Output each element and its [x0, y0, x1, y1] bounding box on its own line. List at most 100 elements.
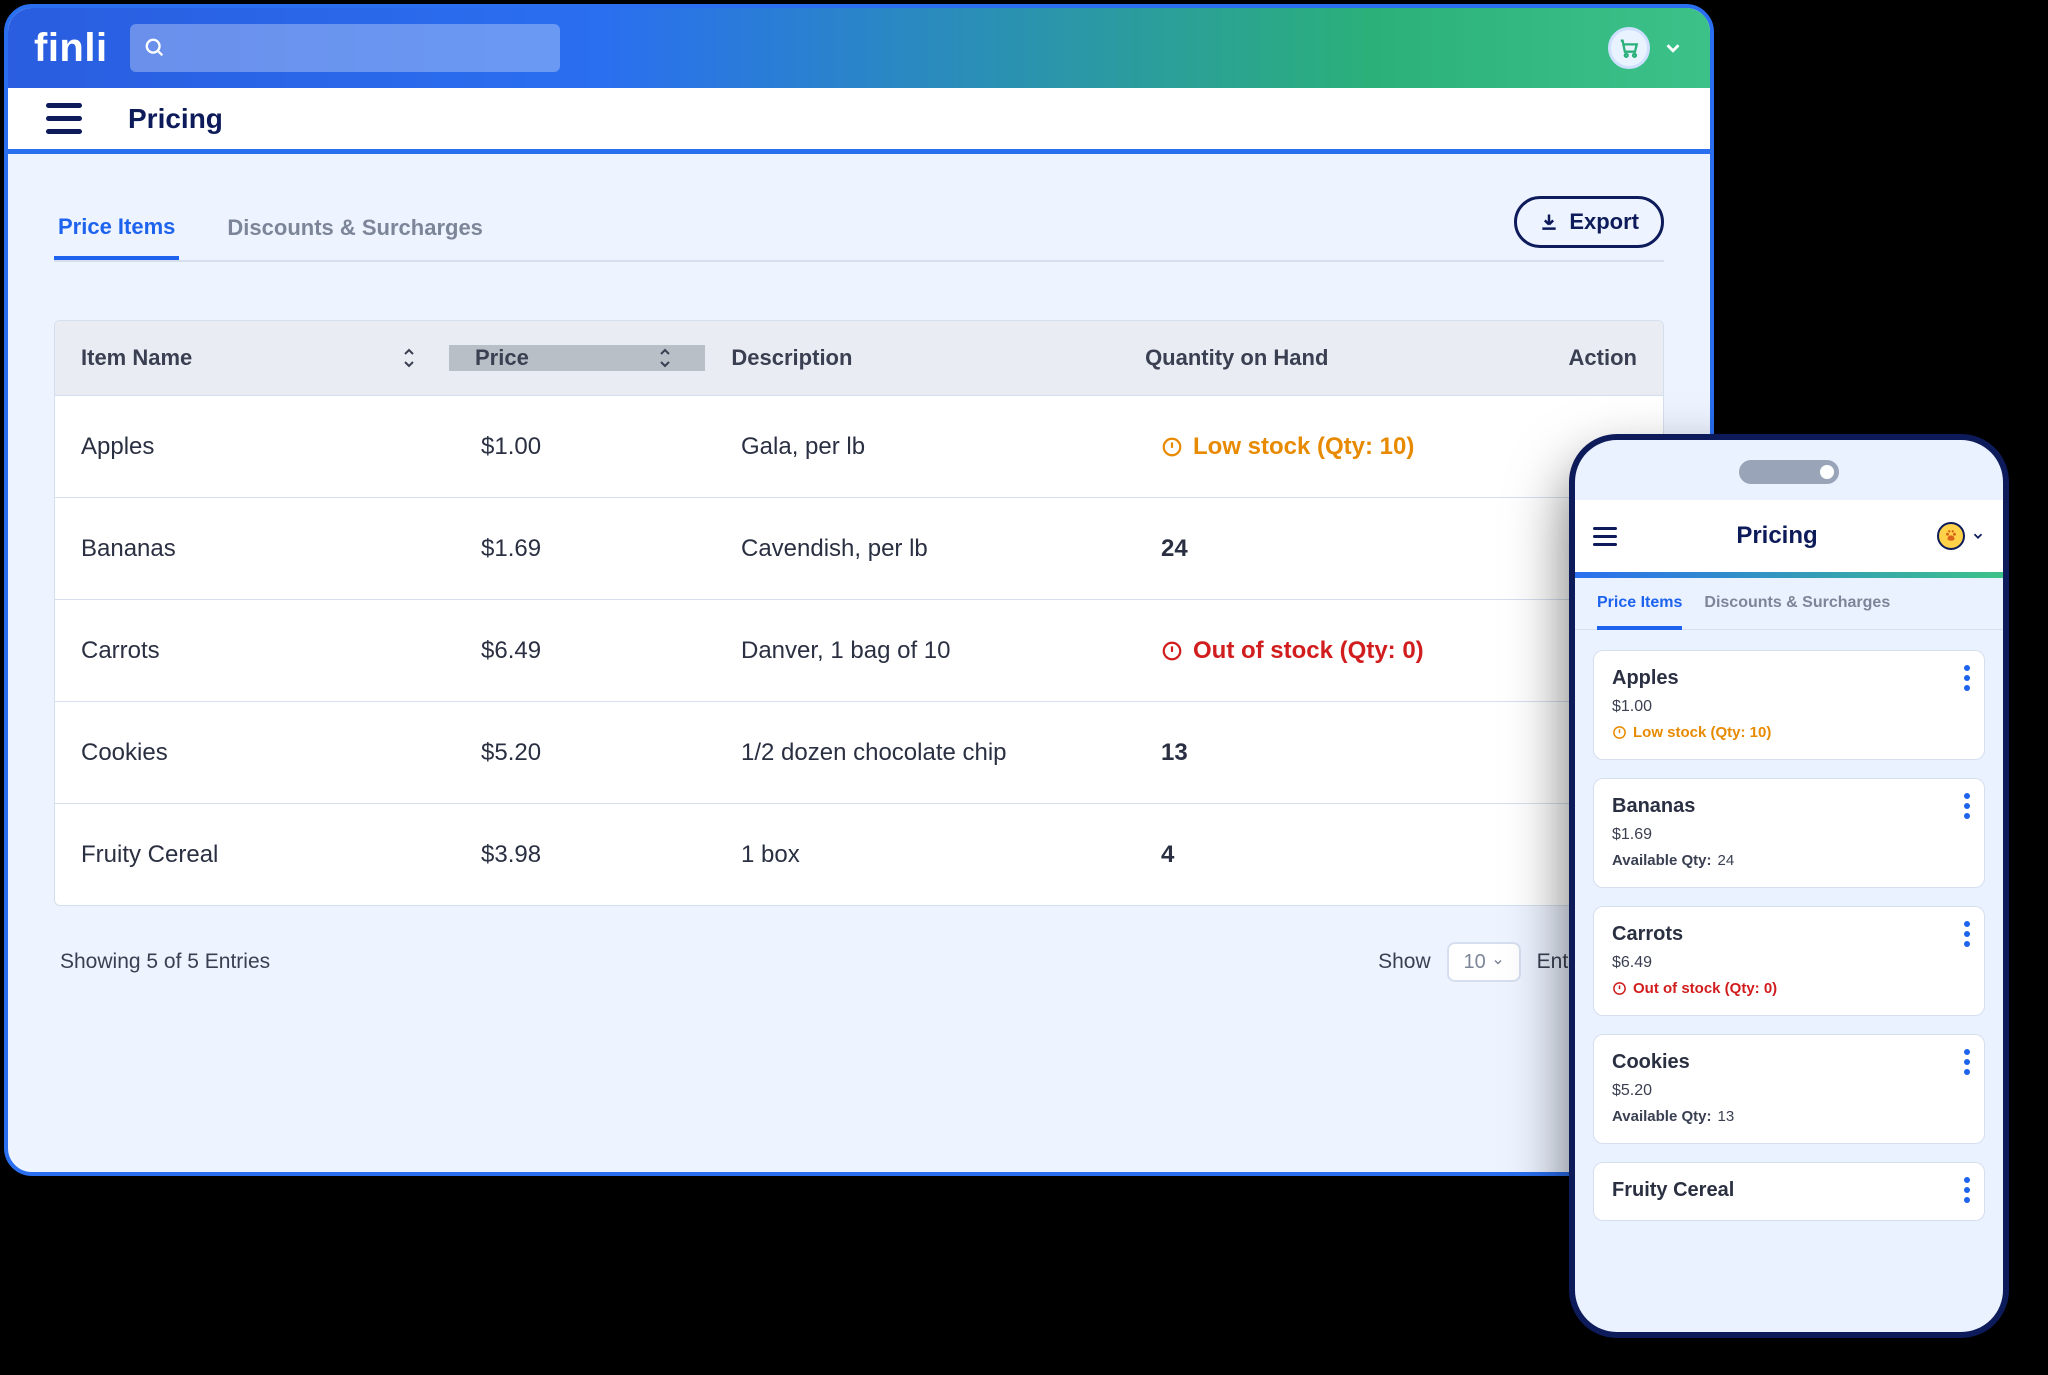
tab-discounts[interactable]: Discounts & Surcharges	[1704, 594, 1890, 629]
alert-icon	[1161, 640, 1183, 662]
cell-qty: Low stock (Qty: 10)	[1135, 433, 1565, 461]
table-header: Item Name Price Description Quantity on …	[55, 321, 1663, 395]
table-row: Fruity Cereal$3.981 box4	[55, 803, 1663, 905]
alert-icon	[1161, 436, 1183, 458]
card-price: $1.00	[1612, 698, 1966, 716]
tabs: Price Items Discounts & Surcharges Expor…	[54, 196, 1664, 262]
top-bar: finli	[8, 8, 1710, 88]
cell-price: $1.00	[455, 433, 715, 461]
cell-desc: Cavendish, per lb	[715, 535, 1135, 563]
alert-icon	[1612, 725, 1627, 740]
chevron-down-icon	[1492, 956, 1504, 968]
cell-qty: 4	[1135, 841, 1565, 869]
alert-icon	[1612, 981, 1627, 996]
cell-price: $1.69	[455, 535, 715, 563]
mobile-preview: Pricing Price Items Discounts & Surcharg…	[1569, 434, 2009, 1338]
card-menu-button[interactable]	[1964, 793, 1970, 819]
cell-name: Bananas	[55, 535, 455, 563]
cell-name: Cookies	[55, 739, 455, 767]
global-search[interactable]	[130, 24, 560, 72]
cell-name: Apples	[55, 433, 455, 461]
brand-logo: finli	[34, 26, 108, 71]
col-price-label: Price	[475, 345, 529, 371]
content: Price Items Discounts & Surcharges Expor…	[8, 154, 1710, 1008]
cell-price: $3.98	[455, 841, 715, 869]
col-price[interactable]: Price	[449, 345, 705, 371]
card-name: Apples	[1612, 667, 1966, 690]
sort-icon	[401, 347, 417, 369]
phone-speaker	[1739, 460, 1839, 484]
col-description[interactable]: Description	[705, 345, 1119, 371]
cell-qty: 24	[1135, 535, 1565, 563]
col-quantity[interactable]: Quantity on Hand	[1119, 345, 1542, 371]
card-menu-button[interactable]	[1964, 921, 1970, 947]
cell-qty: 13	[1135, 739, 1565, 767]
page-size-select[interactable]: 10	[1447, 942, 1521, 982]
search-icon	[144, 37, 166, 59]
download-icon	[1539, 212, 1559, 232]
table-row: Cookies$5.201/2 dozen chocolate chip13	[55, 701, 1663, 803]
paw-icon	[1944, 529, 1958, 543]
cell-desc: Danver, 1 bag of 10	[715, 637, 1135, 665]
price-card[interactable]: Fruity Cereal	[1593, 1162, 1985, 1221]
cell-price: $6.49	[455, 637, 715, 665]
cart-icon	[1618, 37, 1640, 59]
card-name: Carrots	[1612, 923, 1966, 946]
table-footer: Showing 5 of 5 Entries Show 10 Entries	[60, 942, 1658, 982]
tab-price-items[interactable]: Price Items	[1597, 594, 1682, 630]
export-button[interactable]: Export	[1514, 196, 1664, 248]
col-desc-label: Description	[731, 345, 852, 371]
col-action: Action	[1543, 345, 1663, 371]
card-stock: Out of stock (Qty: 0)	[1612, 980, 1966, 997]
card-name: Fruity Cereal	[1612, 1179, 1966, 1202]
mobile-tabs: Price Items Discounts & Surcharges	[1575, 578, 2003, 630]
card-price: $1.69	[1612, 826, 1966, 844]
col-item-name[interactable]: Item Name	[55, 345, 449, 371]
card-price: $5.20	[1612, 1082, 1966, 1100]
cell-desc: 1 box	[715, 841, 1135, 869]
sub-bar: Pricing	[8, 88, 1710, 154]
avatar[interactable]	[1937, 522, 1965, 550]
entries-summary: Showing 5 of 5 Entries	[60, 950, 270, 974]
show-label: Show	[1378, 950, 1431, 974]
chevron-down-icon[interactable]	[1971, 529, 1985, 543]
chevron-down-icon[interactable]	[1662, 37, 1684, 59]
card-stock: Available Qty: 24	[1612, 852, 1966, 869]
price-table: Item Name Price Description Quantity on …	[54, 320, 1664, 906]
price-card[interactable]: Apples $1.00 Low stock (Qty: 10)	[1593, 650, 1985, 760]
card-name: Bananas	[1612, 795, 1966, 818]
search-input[interactable]	[176, 24, 546, 72]
tab-price-items[interactable]: Price Items	[54, 198, 179, 260]
card-name: Cookies	[1612, 1051, 1966, 1074]
col-item-label: Item Name	[81, 345, 192, 371]
export-label: Export	[1569, 209, 1639, 235]
card-stock: Low stock (Qty: 10)	[1612, 724, 1966, 741]
card-menu-button[interactable]	[1964, 1049, 1970, 1075]
table-row: Bananas$1.69Cavendish, per lb24	[55, 497, 1663, 599]
mobile-page-title: Pricing	[1736, 522, 1817, 550]
cell-desc: 1/2 dozen chocolate chip	[715, 739, 1135, 767]
table-row: Carrots$6.49Danver, 1 bag of 10Out of st…	[55, 599, 1663, 701]
price-card[interactable]: Carrots $6.49 Out of stock (Qty: 0)	[1593, 906, 1985, 1016]
price-card[interactable]: Cookies $5.20 Available Qty: 13	[1593, 1034, 1985, 1144]
sort-icon	[657, 347, 673, 369]
cart-button[interactable]	[1608, 27, 1650, 69]
col-action-label: Action	[1569, 345, 1637, 371]
desktop-window: finli Pricing Price Items Discounts & Su…	[4, 4, 1714, 1176]
tab-discounts[interactable]: Discounts & Surcharges	[223, 199, 487, 257]
card-stock: Available Qty: 13	[1612, 1108, 1966, 1125]
card-menu-button[interactable]	[1964, 665, 1970, 691]
cell-price: $5.20	[455, 739, 715, 767]
menu-button[interactable]	[46, 103, 82, 134]
page-title: Pricing	[128, 103, 223, 135]
mobile-header: Pricing	[1575, 500, 2003, 572]
card-menu-button[interactable]	[1964, 1177, 1970, 1203]
page-size-value: 10	[1464, 951, 1486, 974]
card-price: $6.49	[1612, 954, 1966, 972]
price-card[interactable]: Bananas $1.69 Available Qty: 24	[1593, 778, 1985, 888]
cell-name: Carrots	[55, 637, 455, 665]
cell-qty: Out of stock (Qty: 0)	[1135, 637, 1565, 665]
mobile-menu-button[interactable]	[1593, 527, 1617, 546]
cell-name: Fruity Cereal	[55, 841, 455, 869]
table-row: Apples$1.00Gala, per lbLow stock (Qty: 1…	[55, 395, 1663, 497]
